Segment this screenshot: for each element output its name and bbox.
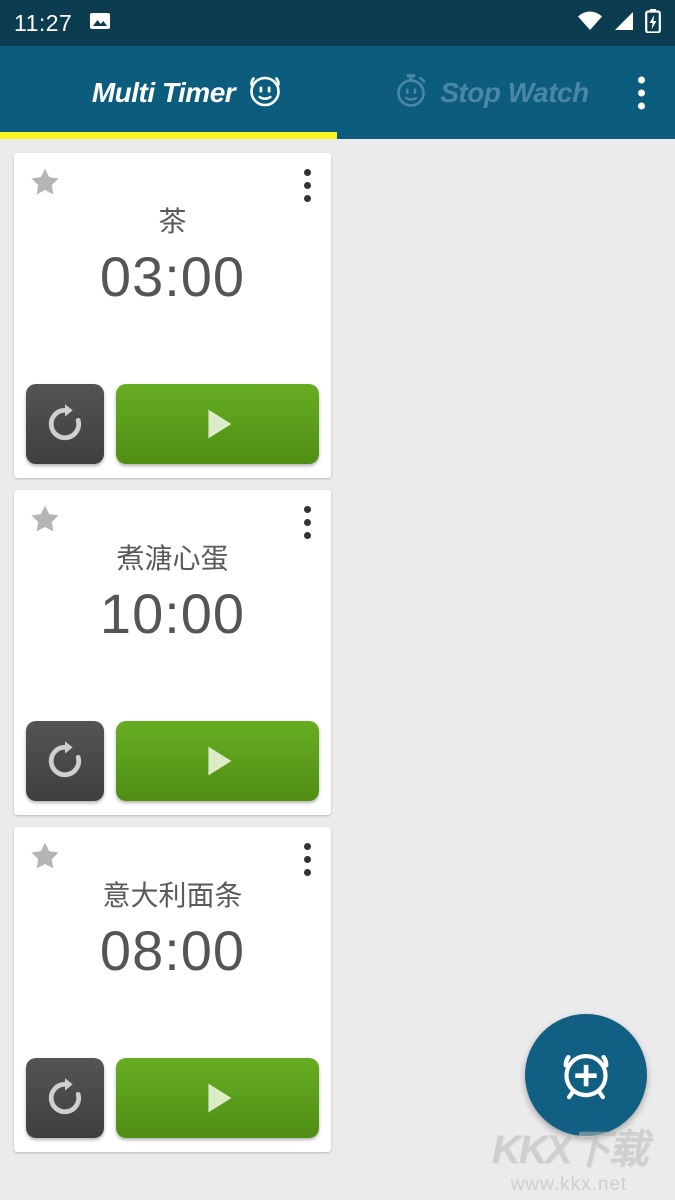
timer-card-header xyxy=(26,837,319,881)
reset-button[interactable] xyxy=(26,1058,104,1138)
active-tab-indicator xyxy=(0,132,337,139)
app-bar: Multi Timer Stop Watch xyxy=(0,46,675,139)
dot xyxy=(304,182,311,189)
tab-stop-watch-label: Stop Watch xyxy=(440,76,589,108)
watermark-url: www.kkx.net xyxy=(510,1174,628,1195)
dot xyxy=(638,102,645,109)
favorite-star-icon[interactable] xyxy=(26,163,64,201)
dot xyxy=(304,169,311,176)
tab-multi-timer-label: Multi Timer xyxy=(91,76,236,108)
timer-card-actions xyxy=(26,721,319,801)
timer-title: 意大利面条 xyxy=(102,880,243,911)
tab-multi-timer[interactable]: Multi Timer xyxy=(0,46,337,139)
status-bar: 11:27 xyxy=(0,0,675,46)
wifi-icon xyxy=(577,10,603,37)
status-bar-notification-icons xyxy=(88,9,112,38)
dot xyxy=(304,532,311,539)
dot xyxy=(304,506,311,513)
timer-card-overflow-menu-icon[interactable] xyxy=(296,500,319,545)
dot xyxy=(304,195,311,202)
timer-title: 茶 xyxy=(158,206,187,237)
timer-card-overflow-menu-icon[interactable] xyxy=(296,837,319,882)
timer-card[interactable]: 意大利面条 08:00 xyxy=(14,827,331,1152)
favorite-star-icon[interactable] xyxy=(26,500,64,538)
battery-charging-icon xyxy=(645,8,661,38)
alarm-add-icon xyxy=(554,1042,618,1109)
start-button[interactable] xyxy=(116,1058,319,1138)
timer-card-header xyxy=(26,500,319,544)
dot xyxy=(304,856,311,863)
favorite-star-icon[interactable] xyxy=(26,837,64,875)
stopwatch-face-icon xyxy=(392,70,430,115)
dot xyxy=(304,869,311,876)
dot xyxy=(304,843,311,850)
app-bar-overflow-menu-icon[interactable] xyxy=(630,68,653,117)
timer-card[interactable]: 煮溏心蛋 10:00 xyxy=(14,490,331,815)
start-button[interactable] xyxy=(116,721,319,801)
dot xyxy=(304,519,311,526)
start-button[interactable] xyxy=(116,384,319,464)
reset-button[interactable] xyxy=(26,384,104,464)
dot xyxy=(638,76,645,83)
reset-button[interactable] xyxy=(26,721,104,801)
tab-stop-watch[interactable]: Stop Watch xyxy=(337,46,674,139)
timer-card-actions xyxy=(26,1058,319,1138)
image-icon xyxy=(88,9,112,38)
timer-grid: 茶 03:00 煮溏心蛋 10:00 意大利面条 08:00 xyxy=(0,139,675,1168)
status-bar-system-icons xyxy=(577,8,661,38)
timer-time: 10:00 xyxy=(99,581,246,645)
alarm-clock-face-icon xyxy=(245,70,285,115)
dot xyxy=(638,89,645,96)
add-timer-fab[interactable] xyxy=(525,1014,647,1136)
timer-card-actions xyxy=(26,384,319,464)
timer-card[interactable]: 茶 03:00 xyxy=(14,153,331,478)
timer-card-header xyxy=(26,163,319,207)
timer-time: 03:00 xyxy=(99,244,246,308)
cellular-signal-icon xyxy=(612,10,636,37)
status-bar-clock: 11:27 xyxy=(14,9,73,36)
timer-title: 煮溏心蛋 xyxy=(116,543,229,574)
timer-card-overflow-menu-icon[interactable] xyxy=(296,163,319,208)
timer-time: 08:00 xyxy=(99,918,246,982)
